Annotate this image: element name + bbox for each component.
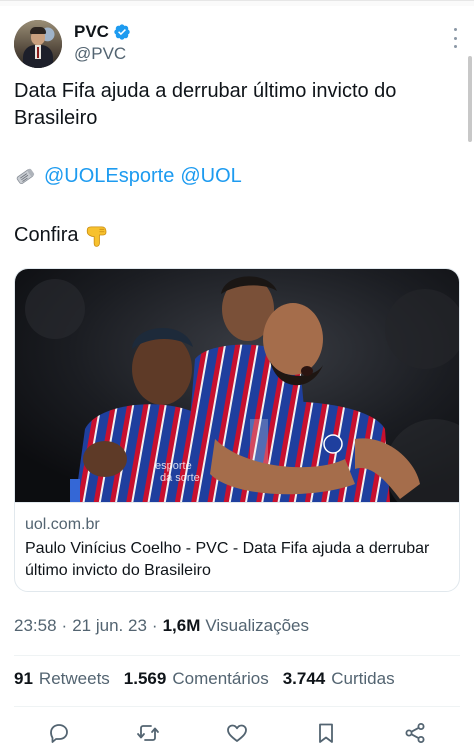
views-count: 1,6M [162,616,201,635]
likes-stat[interactable]: 3.744 Curtidas [283,669,395,689]
avatar[interactable] [14,20,62,68]
retweet-icon[interactable] [136,721,160,745]
pointing-down-emoji-icon [87,226,107,247]
tweet-header: PVC @PVC [14,20,460,70]
more-vertical-icon[interactable] [452,28,458,48]
confira-text: Confira [14,223,79,246]
author-name[interactable]: PVC [74,22,109,42]
retweets-count: 91 [14,669,33,688]
heart-icon[interactable] [225,721,249,745]
svg-text:esporte: esporte [155,460,192,472]
reply-icon[interactable] [47,721,71,745]
views-label: Visualizações [205,616,310,635]
divider [14,706,460,707]
mention-uol-link[interactable]: @UOL [180,165,241,188]
divider [14,655,460,656]
top-border [0,0,474,6]
bookmark-icon[interactable] [314,721,338,745]
comments-count: 1.569 [123,669,167,688]
tweet-stats: 91 Retweets 1.569 Comentários 3.744 Curtida… [14,669,395,689]
link-preview-card[interactable]: esporte da sorte uol.com.br Paulo Viníci… [14,268,460,592]
likes-count: 3.744 [282,669,326,688]
svg-text:da sorte: da sorte [160,472,200,484]
scrollbar[interactable] [468,56,472,142]
tweet-text: Data Fifa ajuda a derrubar último invict… [14,80,397,129]
mentions-row: @UOLEsporte @UOL [14,162,242,190]
card-info[interactable]: uol.com.br Paulo Vinícius Coelho - PVC -… [15,502,459,591]
confira-row: Confira [14,220,110,250]
author-handle[interactable]: @PVC [74,44,126,64]
card-image[interactable]: esporte da sorte [15,269,460,502]
retweets-stat[interactable]: 91 Retweets [14,669,110,689]
newspaper-icon [16,168,35,185]
card-title[interactable]: Paulo Vinícius Coelho - PVC - Data Fifa … [25,538,451,582]
tweet-meta: 23:58 · 21 jun. 23 · 1,6M Visualizações [14,616,309,636]
mention-uolesporte-link[interactable]: @UOLEsporte [44,165,174,188]
meta-separator: · [151,616,158,635]
likes-label: Curtidas [331,669,395,688]
share-icon[interactable] [403,721,427,745]
card-domain: uol.com.br [25,516,100,533]
meta-separator: · [61,616,68,635]
comments-stat[interactable]: 1.569 Comentários [124,669,269,689]
tweet-date[interactable]: 21 jun. 23 [72,616,147,636]
tweet-time[interactable]: 23:58 [14,616,57,636]
comments-label: Comentários [172,669,269,688]
retweets-label: Retweets [38,669,110,688]
verified-badge-icon [114,24,130,40]
author-name-row[interactable]: PVC [74,22,131,42]
tweet-actions [14,716,460,750]
